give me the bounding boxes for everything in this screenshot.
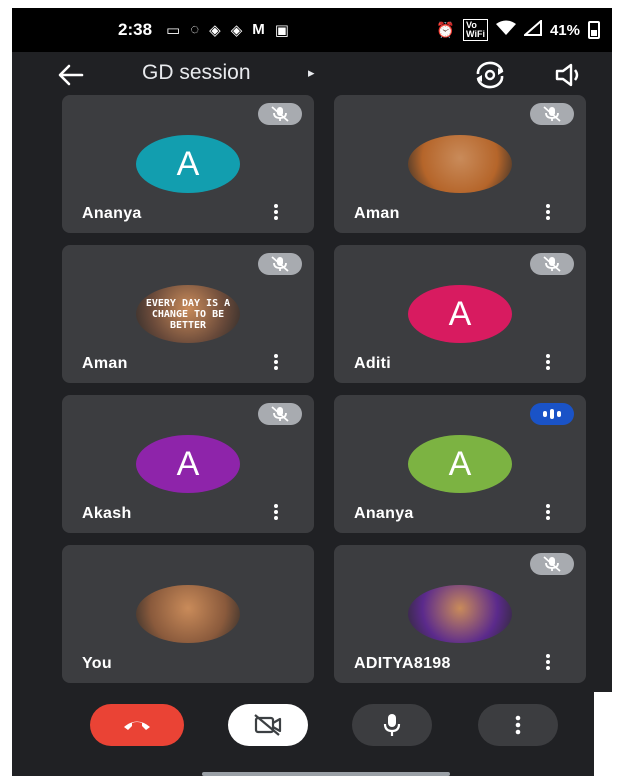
muted-badge: [530, 103, 574, 125]
back-button[interactable]: [56, 60, 86, 90]
screen-edge-artifact: [594, 692, 612, 776]
muted-badge: [258, 103, 302, 125]
participant-avatar: A: [136, 435, 240, 493]
camera-notification-icon: ▭: [166, 22, 181, 39]
whatsapp-icon: ◌: [190, 21, 200, 38]
battery-icon: [588, 21, 600, 39]
call-controls: [12, 694, 612, 776]
microphone-icon: [383, 714, 401, 736]
status-bar: 2:38 ▭ ◌ ◈ ◈ M ▣ ⏰ Vo WiFi 41%: [12, 8, 612, 52]
camera-toggle-button[interactable]: [228, 704, 308, 746]
muted-badge: [258, 403, 302, 425]
status-right: ⏰ Vo WiFi 41%: [436, 8, 600, 52]
switch-camera-icon: [476, 61, 504, 89]
microphone-button[interactable]: [352, 704, 432, 746]
muted-badge: [258, 253, 302, 275]
participant-avatar: A: [408, 435, 512, 493]
participant-name: Ananya: [354, 505, 414, 522]
participant-tile[interactable]: You: [62, 545, 314, 683]
battery-percent: 41%: [549, 21, 580, 39]
status-time: 2:38: [118, 20, 153, 39]
more-options-button[interactable]: [478, 704, 558, 746]
wifi-icon: [495, 20, 516, 40]
phone-screen: 2:38 ▭ ◌ ◈ ◈ M ▣ ⏰ Vo WiFi 41% GD sessio…: [12, 8, 612, 776]
participant-more-button[interactable]: [542, 203, 554, 223]
participant-tile[interactable]: A Aditi: [334, 245, 586, 383]
participant-more-button[interactable]: [270, 503, 282, 523]
muted-badge: [530, 253, 574, 275]
participant-name: Aman: [82, 355, 128, 372]
gmail-icon: M: [252, 21, 265, 38]
notification-icons: ▭ ◌ ◈ ◈ M ▣: [166, 21, 289, 39]
participant-avatar: [136, 585, 240, 643]
participant-tile[interactable]: EVERY DAY IS A CHANGE TO BE BETTER Aman: [62, 245, 314, 383]
participant-name: Aditi: [354, 355, 392, 372]
speaker-button[interactable]: [554, 61, 584, 89]
participant-more-button[interactable]: [542, 653, 554, 673]
hang-up-icon: [124, 721, 150, 730]
meeting-info-caret-icon[interactable]: ▸: [308, 65, 315, 81]
signal-icon: [522, 18, 542, 40]
participant-tile[interactable]: A Akash: [62, 395, 314, 533]
speaker-icon: [555, 63, 579, 87]
participant-tile[interactable]: A Ananya: [62, 95, 314, 233]
participant-name: Ananya: [82, 205, 142, 222]
home-indicator[interactable]: [202, 772, 450, 776]
mic-off-icon: [543, 556, 561, 572]
participant-avatar: A: [136, 135, 240, 193]
participant-tile[interactable]: A Ananya: [334, 395, 586, 533]
participant-more-button[interactable]: [542, 503, 554, 523]
participant-name: Akash: [82, 505, 132, 522]
participant-more-button[interactable]: [270, 203, 282, 223]
arrow-left-icon: [58, 64, 84, 86]
participant-name: ADITYA8198: [354, 655, 451, 672]
participant-avatar: [408, 585, 512, 643]
mic-off-icon: [271, 406, 289, 422]
app-notification-icon: ◈: [209, 22, 221, 39]
meeting-title[interactable]: GD session: [142, 61, 251, 85]
participant-tile[interactable]: Aman: [334, 95, 586, 233]
vowifi-icon: Vo WiFi: [463, 19, 488, 41]
end-call-button[interactable]: [90, 704, 184, 746]
participant-avatar: A: [408, 285, 512, 343]
gallery-icon: ▣: [274, 22, 289, 39]
meeting-header: GD session ▸: [12, 52, 612, 96]
participant-name: Aman: [354, 205, 400, 222]
participant-name: You: [82, 655, 112, 672]
alarm-icon: ⏰: [436, 22, 456, 39]
camera-off-icon: [254, 714, 282, 736]
avatar-quote-text: EVERY DAY IS A CHANGE TO BE BETTER: [145, 297, 231, 331]
speaking-indicator-icon: [530, 403, 574, 425]
participant-tile[interactable]: ADITYA8198: [334, 545, 586, 683]
participant-avatar: EVERY DAY IS A CHANGE TO BE BETTER: [136, 285, 240, 343]
mic-off-icon: [543, 106, 561, 122]
participant-more-button[interactable]: [542, 353, 554, 373]
app-notification-icon-2: ◈: [230, 22, 243, 39]
mic-off-icon: [543, 256, 561, 272]
mic-off-icon: [271, 106, 289, 122]
muted-badge: [530, 553, 574, 575]
participant-avatar: [408, 135, 512, 193]
switch-camera-button[interactable]: [472, 60, 508, 90]
mic-off-icon: [271, 256, 289, 272]
more-vertical-icon: [515, 715, 521, 735]
participant-more-button[interactable]: [270, 353, 282, 373]
